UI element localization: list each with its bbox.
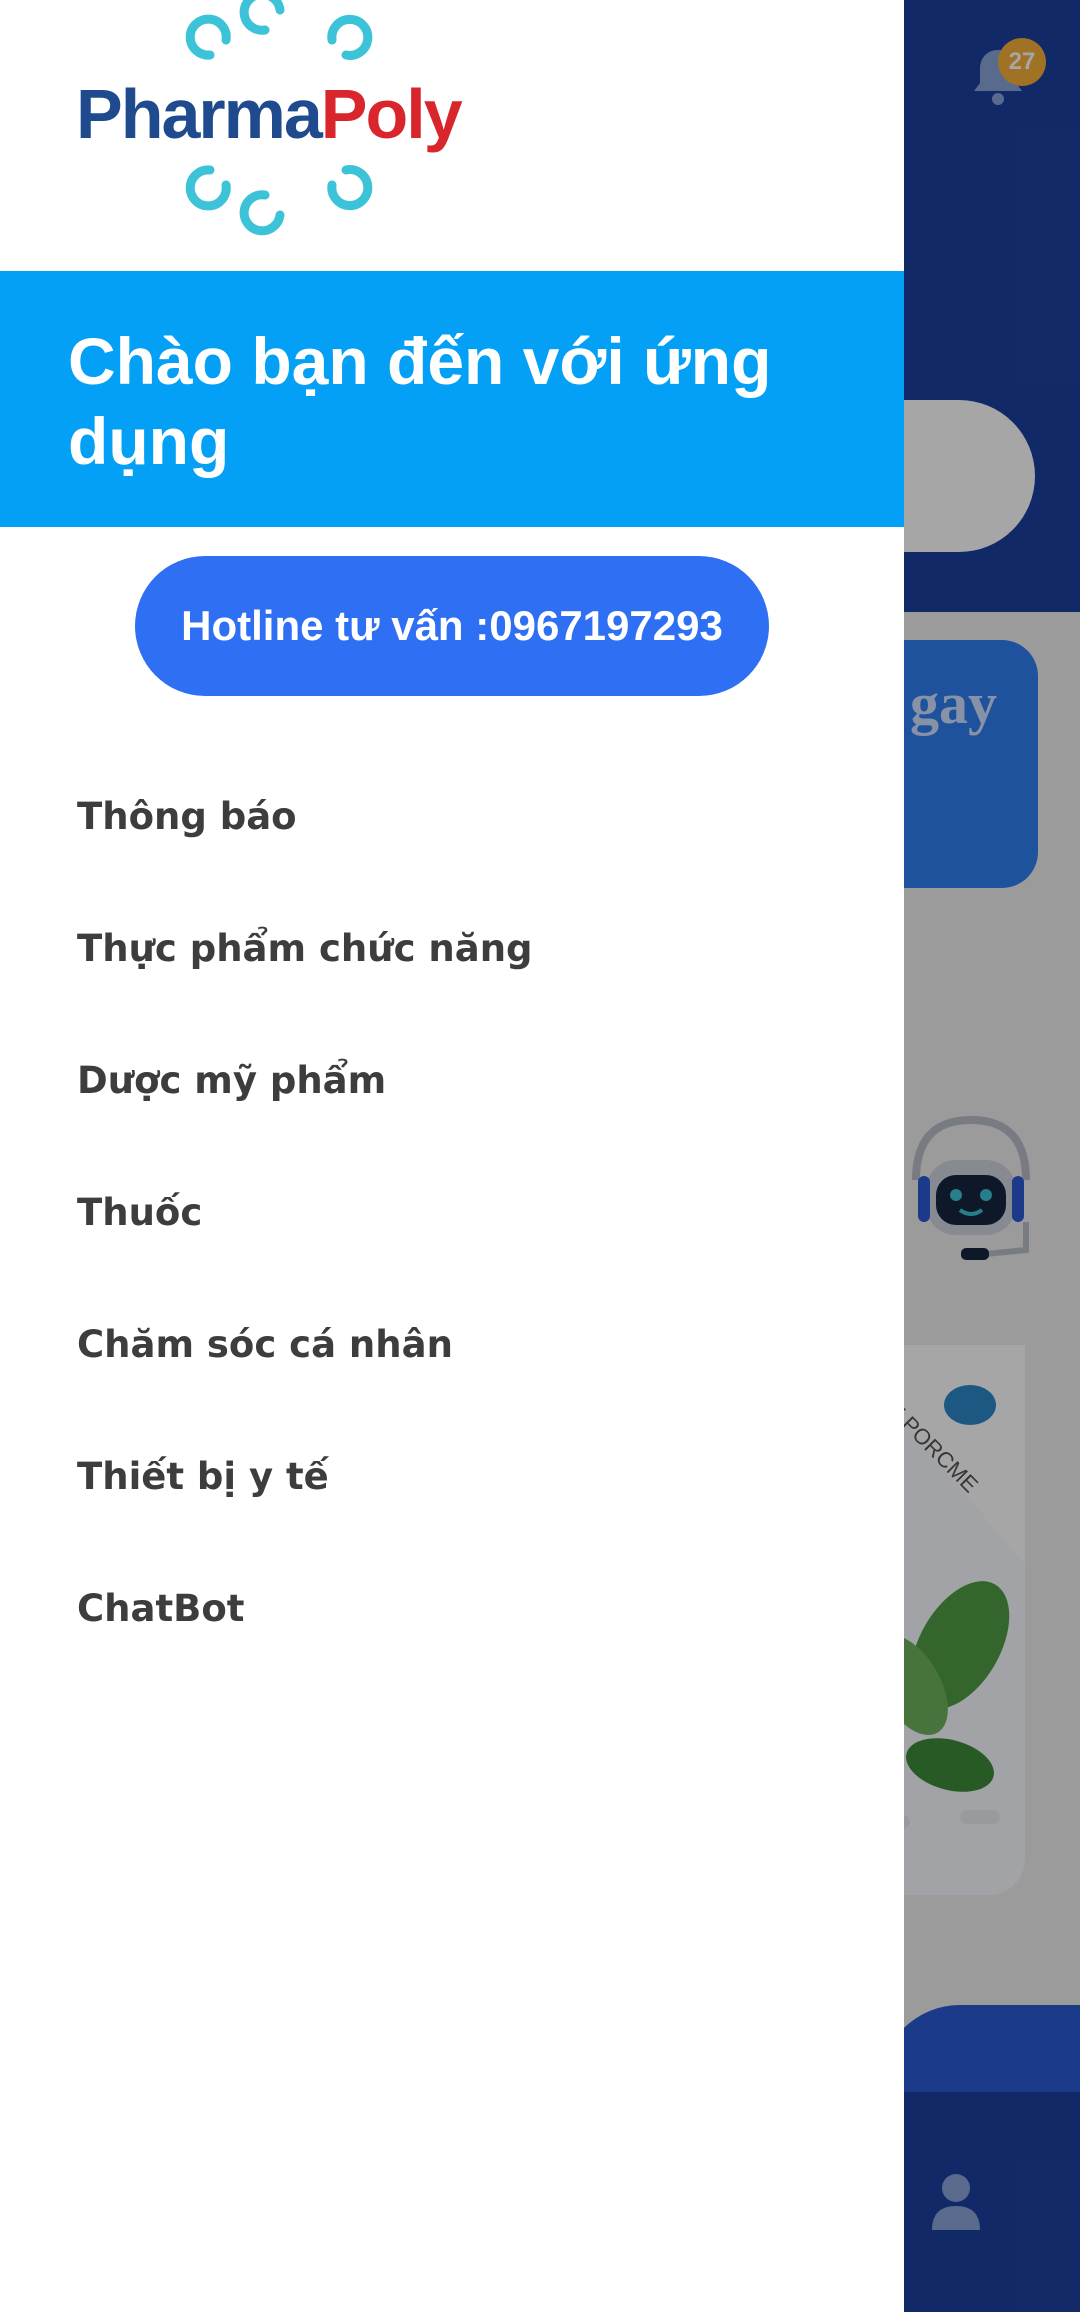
menu-item-cham-soc-ca-nhan[interactable]: Chăm sóc cá nhân: [0, 1278, 904, 1410]
welcome-header: Chào bạn đến với ứng dụng: [0, 271, 904, 527]
navigation-drawer: PharmaPoly Chào bạn đến với ứng dụng Hot…: [0, 0, 904, 2312]
menu-item-duoc-my-pham[interactable]: Dược mỹ phẩm: [0, 1014, 904, 1146]
menu-item-thuoc[interactable]: Thuốc: [0, 1146, 904, 1278]
menu-item-thong-bao[interactable]: Thông báo: [0, 750, 904, 882]
pharmapoly-logo: PharmaPoly: [70, 0, 480, 240]
menu-item-chatbot[interactable]: ChatBot: [0, 1542, 904, 1674]
menu-item-thiet-bi-y-te[interactable]: Thiết bị y tế: [0, 1410, 904, 1542]
logo-word-poly: Poly: [320, 75, 463, 153]
logo-word-pharma: Pharma: [76, 75, 323, 153]
menu-item-thuc-pham-chuc-nang[interactable]: Thực phẩm chức năng: [0, 882, 904, 1014]
hotline-button[interactable]: Hotline tư vấn :0967197293: [135, 556, 769, 696]
drawer-menu: Thông báo Thực phẩm chức năng Dược mỹ ph…: [0, 750, 904, 1674]
logo-wordmark: PharmaPoly: [76, 74, 463, 154]
welcome-title: Chào bạn đến với ứng dụng: [68, 324, 772, 478]
